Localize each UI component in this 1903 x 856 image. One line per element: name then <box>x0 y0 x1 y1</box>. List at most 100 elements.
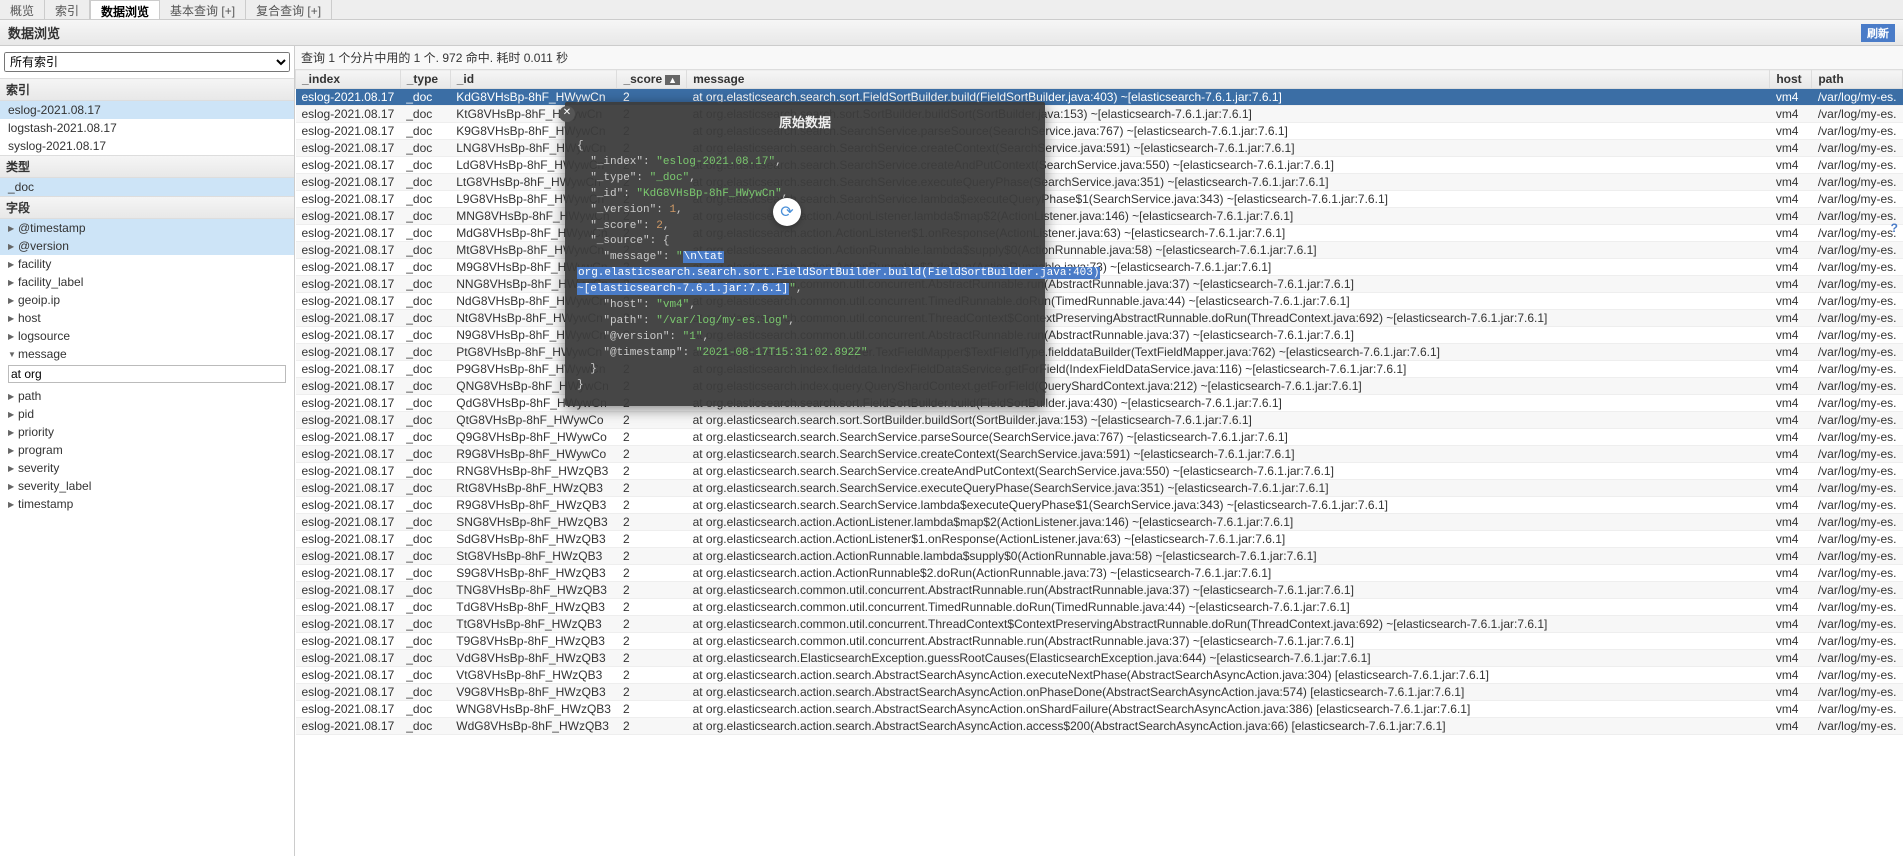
table-row[interactable]: eslog-2021.08.17_docVdG8VHsBp-8hF_HWzQB3… <box>296 650 1903 667</box>
col-score[interactable]: _score▲ <box>617 70 687 89</box>
field-item-priority[interactable]: priority <box>0 423 294 441</box>
field-item-host[interactable]: host <box>0 309 294 327</box>
table-row[interactable]: eslog-2021.08.17_docRtG8VHsBp-8hF_HWzQB3… <box>296 480 1903 497</box>
cell-host: vm4 <box>1770 106 1812 123</box>
cell-score: 2 <box>617 616 687 633</box>
table-row[interactable]: eslog-2021.08.17_docKtG8VHsBp-8hF_HWywCn… <box>296 106 1903 123</box>
cell-path: /var/log/my-es. <box>1812 514 1903 531</box>
index-item[interactable]: eslog-2021.08.17 <box>0 101 294 119</box>
tooltip-close-icon[interactable]: ✕ <box>559 106 575 122</box>
index-item[interactable]: syslog-2021.08.17 <box>0 137 294 155</box>
refresh-circle-icon[interactable]: ⟳ <box>773 198 801 226</box>
table-row[interactable]: eslog-2021.08.17_docWdG8VHsBp-8hF_HWzQB3… <box>296 718 1903 735</box>
table-row[interactable]: eslog-2021.08.17_docLdG8VHsBp-8hF_HWywCn… <box>296 157 1903 174</box>
table-row[interactable]: eslog-2021.08.17_docTdG8VHsBp-8hF_HWzQB3… <box>296 599 1903 616</box>
field-item-facility_label[interactable]: facility_label <box>0 273 294 291</box>
table-row[interactable]: eslog-2021.08.17_docQNG8VHsBp-8hF_HWywCn… <box>296 378 1903 395</box>
field-item-version[interactable]: @version <box>0 237 294 255</box>
table-row[interactable]: eslog-2021.08.17_docK9G8VHsBp-8hF_HWywCn… <box>296 123 1903 140</box>
cell-host: vm4 <box>1770 446 1812 463</box>
table-row[interactable]: eslog-2021.08.17_docSNG8VHsBp-8hF_HWzQB3… <box>296 514 1903 531</box>
table-row[interactable]: eslog-2021.08.17_docQtG8VHsBp-8hF_HWywCo… <box>296 412 1903 429</box>
table-row[interactable]: eslog-2021.08.17_docLtG8VHsBp-8hF_HWywCn… <box>296 174 1903 191</box>
result-info: 查询 1 个分片中用的 1 个. 972 命中. 耗时 0.011 秒 <box>295 46 1903 69</box>
index-select[interactable]: 所有索引 <box>4 52 290 72</box>
table-row[interactable]: eslog-2021.08.17_docR9G8VHsBp-8hF_HWzQB3… <box>296 497 1903 514</box>
cell-host: vm4 <box>1770 259 1812 276</box>
field-item-pid[interactable]: pid <box>0 405 294 423</box>
table-row[interactable]: eslog-2021.08.17_docNdG8VHsBp-8hF_HWywCn… <box>296 293 1903 310</box>
table-row[interactable]: eslog-2021.08.17_docVtG8VHsBp-8hF_HWzQB3… <box>296 667 1903 684</box>
table-row[interactable]: eslog-2021.08.17_docP9G8VHsBp-8hF_HWywCn… <box>296 361 1903 378</box>
cell-path: /var/log/my-es. <box>1812 633 1903 650</box>
cell-path: /var/log/my-es. <box>1812 293 1903 310</box>
table-row[interactable]: eslog-2021.08.17_docQdG8VHsBp-8hF_HWywCn… <box>296 395 1903 412</box>
cell-msg: at org.elasticsearch.common.util.concurr… <box>687 616 1770 633</box>
cell-type: _doc <box>400 174 450 191</box>
table-row[interactable]: eslog-2021.08.17_docS9G8VHsBp-8hF_HWzQB3… <box>296 565 1903 582</box>
field-item-severity[interactable]: severity <box>0 459 294 477</box>
cell-type: _doc <box>400 140 450 157</box>
cell-host: vm4 <box>1770 174 1812 191</box>
index-item[interactable]: logstash-2021.08.17 <box>0 119 294 137</box>
table-row[interactable]: eslog-2021.08.17_docR9G8VHsBp-8hF_HWywCo… <box>296 446 1903 463</box>
table-row[interactable]: eslog-2021.08.17_docN9G8VHsBp-8hF_HWywCn… <box>296 327 1903 344</box>
table-row[interactable]: eslog-2021.08.17_docTtG8VHsBp-8hF_HWzQB3… <box>296 616 1903 633</box>
tab-indices[interactable]: 索引 <box>45 0 90 19</box>
table-row[interactable]: eslog-2021.08.17_docStG8VHsBp-8hF_HWzQB3… <box>296 548 1903 565</box>
table-row[interactable]: eslog-2021.08.17_docV9G8VHsBp-8hF_HWzQB3… <box>296 684 1903 701</box>
tab-basic-query[interactable]: 基本查询 [+] <box>160 0 246 19</box>
type-item[interactable]: _doc <box>0 178 294 196</box>
tab-compound-query[interactable]: 复合查询 [+] <box>246 0 332 19</box>
field-item-path[interactable]: path <box>0 387 294 405</box>
field-item-message[interactable]: message <box>0 345 294 363</box>
field-item-facility[interactable]: facility <box>0 255 294 273</box>
cell-msg: at org.elasticsearch.action.search.Abstr… <box>687 667 1770 684</box>
col-message[interactable]: message <box>687 70 1770 89</box>
col-path[interactable]: path <box>1812 70 1903 89</box>
cell-idx: eslog-2021.08.17 <box>296 412 401 429</box>
field-item-geoipip[interactable]: geoip.ip <box>0 291 294 309</box>
table-row[interactable]: eslog-2021.08.17_docNtG8VHsBp-8hF_HWywCn… <box>296 310 1903 327</box>
message-filter-input[interactable] <box>8 365 286 383</box>
table-row[interactable]: eslog-2021.08.17_docPtG8VHsBp-8hF_HWywCn… <box>296 344 1903 361</box>
cell-id: V9G8VHsBp-8hF_HWzQB3 <box>450 684 617 701</box>
cell-host: vm4 <box>1770 276 1812 293</box>
cell-idx: eslog-2021.08.17 <box>296 565 401 582</box>
table-row[interactable]: eslog-2021.08.17_docLNG8VHsBp-8hF_HWywCn… <box>296 140 1903 157</box>
cell-msg: at org.elasticsearch.action.ActionListen… <box>687 514 1770 531</box>
cell-path: /var/log/my-es. <box>1812 565 1903 582</box>
refresh-button[interactable]: 刷新 <box>1861 24 1895 42</box>
field-item-timestamp[interactable]: @timestamp? <box>0 219 294 237</box>
cell-score: 2 <box>617 633 687 650</box>
cell-score: 2 <box>617 548 687 565</box>
table-row[interactable]: eslog-2021.08.17_docRNG8VHsBp-8hF_HWzQB3… <box>296 463 1903 480</box>
field-item-program[interactable]: program <box>0 441 294 459</box>
col-index[interactable]: _index <box>296 70 401 89</box>
table-row[interactable]: eslog-2021.08.17_docKdG8VHsBp-8hF_HWywCn… <box>296 89 1903 106</box>
field-item-severity_label[interactable]: severity_label <box>0 477 294 495</box>
table-row[interactable]: eslog-2021.08.17_docSdG8VHsBp-8hF_HWzQB3… <box>296 531 1903 548</box>
table-row[interactable]: eslog-2021.08.17_docQ9G8VHsBp-8hF_HWywCo… <box>296 429 1903 446</box>
table-row[interactable]: eslog-2021.08.17_docTNG8VHsBp-8hF_HWzQB3… <box>296 582 1903 599</box>
cell-idx: eslog-2021.08.17 <box>296 310 401 327</box>
field-item-logsource[interactable]: logsource <box>0 327 294 345</box>
col-host[interactable]: host <box>1770 70 1812 89</box>
col-id[interactable]: _id <box>450 70 617 89</box>
table-row[interactable]: eslog-2021.08.17_docMdG8VHsBp-8hF_HWywCn… <box>296 225 1903 242</box>
col-type[interactable]: _type <box>400 70 450 89</box>
section-types: 类型 <box>0 155 294 178</box>
cell-host: vm4 <box>1770 548 1812 565</box>
table-row[interactable]: eslog-2021.08.17_docT9G8VHsBp-8hF_HWzQB3… <box>296 633 1903 650</box>
table-row[interactable]: eslog-2021.08.17_docWNG8VHsBp-8hF_HWzQB3… <box>296 701 1903 718</box>
table-row[interactable]: eslog-2021.08.17_docMtG8VHsBp-8hF_HWywCn… <box>296 242 1903 259</box>
field-item-timestamp[interactable]: timestamp <box>0 495 294 513</box>
tab-browse[interactable]: 数据浏览 <box>90 0 160 19</box>
table-row[interactable]: eslog-2021.08.17_docMNG8VHsBp-8hF_HWywCn… <box>296 208 1903 225</box>
result-table-wrap[interactable]: _index _type _id _score▲ message host pa… <box>295 69 1903 856</box>
expand-icon <box>8 445 18 455</box>
table-row[interactable]: eslog-2021.08.17_docL9G8VHsBp-8hF_HWywCn… <box>296 191 1903 208</box>
title-bar: 数据浏览 刷新 <box>0 20 1903 46</box>
cell-path: /var/log/my-es. <box>1812 106 1903 123</box>
tab-overview[interactable]: 概览 <box>0 0 45 19</box>
